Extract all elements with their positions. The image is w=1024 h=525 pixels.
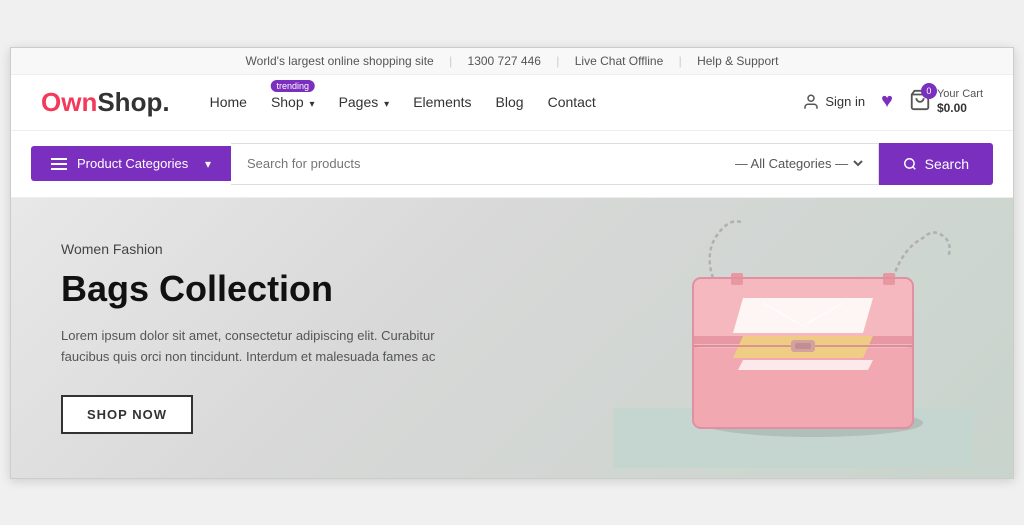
main-nav: Home trending Shop ▾ Pages ▾ Elements Bl… [210, 94, 803, 110]
category-button[interactable]: Product Categories ▾ [31, 146, 231, 181]
nav-elements[interactable]: Elements [413, 94, 471, 110]
nav-contact[interactable]: Contact [548, 94, 596, 110]
category-chevron-icon: ▾ [205, 157, 211, 171]
cart-button[interactable]: 0 Your Cart $0.00 [909, 88, 983, 116]
cart-text: Your Cart $0.00 [937, 88, 983, 116]
trending-badge: trending [270, 80, 315, 92]
hero-content: Women Fashion Bags Collection Lorem ipsu… [61, 241, 481, 435]
logo[interactable]: OwnShop. [41, 87, 170, 118]
header-actions: Sign in ♥ 0 Your Cart $0.00 [802, 88, 983, 116]
pages-arrow-icon: ▾ [384, 99, 389, 110]
heart-icon: ♥ [881, 90, 893, 113]
hero-description: Lorem ipsum dolor sit amet, consectetur … [61, 326, 481, 368]
header: OwnShop. Home trending Shop ▾ Pages ▾ El… [11, 75, 1013, 131]
cart-count-badge: 0 [921, 83, 937, 99]
nav-blog[interactable]: Blog [496, 94, 524, 110]
separator-3: | [679, 54, 682, 68]
separator-2: | [556, 54, 559, 68]
menu-icon [51, 158, 67, 170]
live-chat[interactable]: Live Chat Offline [575, 54, 664, 68]
separator-1: | [449, 54, 452, 68]
shop-now-button[interactable]: SHOP NOW [61, 395, 193, 434]
shop-arrow-icon: ▾ [310, 99, 315, 110]
search-input[interactable] [231, 143, 719, 185]
search-icon [903, 157, 917, 171]
hero-title: Bags Collection [61, 267, 481, 310]
signin-button[interactable]: Sign in [802, 93, 865, 111]
cart-label: Your Cart [937, 88, 983, 100]
logo-dot: . [162, 87, 169, 118]
search-btn-label: Search [925, 156, 969, 172]
search-button[interactable]: Search [879, 143, 993, 185]
top-bar: World's largest online shopping site | 1… [11, 48, 1013, 75]
category-select[interactable]: — All Categories — [731, 155, 866, 172]
nav-home[interactable]: Home [210, 94, 247, 110]
cart-amount: $0.00 [937, 101, 983, 115]
category-btn-label: Product Categories [77, 156, 195, 171]
search-bar: Product Categories ▾ — All Categories — … [11, 131, 1013, 198]
nav-shop[interactable]: trending Shop ▾ [271, 94, 315, 110]
signin-label: Sign in [825, 94, 865, 109]
phone[interactable]: 1300 727 446 [468, 54, 541, 68]
logo-own: Own [41, 87, 97, 118]
hero-subtitle: Women Fashion [61, 241, 481, 257]
wishlist-button[interactable]: ♥ [881, 90, 893, 113]
logo-shop: Shop [97, 87, 162, 118]
hero-bag-image [613, 208, 973, 468]
nav-pages[interactable]: Pages ▾ [339, 94, 390, 110]
cart-icon-wrap: 0 [909, 89, 931, 114]
hero-section: Women Fashion Bags Collection Lorem ipsu… [11, 198, 1013, 478]
category-select-wrap: — All Categories — [719, 143, 879, 185]
help-support[interactable]: Help & Support [697, 54, 778, 68]
tagline: World's largest online shopping site [246, 54, 434, 68]
user-icon [802, 93, 820, 111]
